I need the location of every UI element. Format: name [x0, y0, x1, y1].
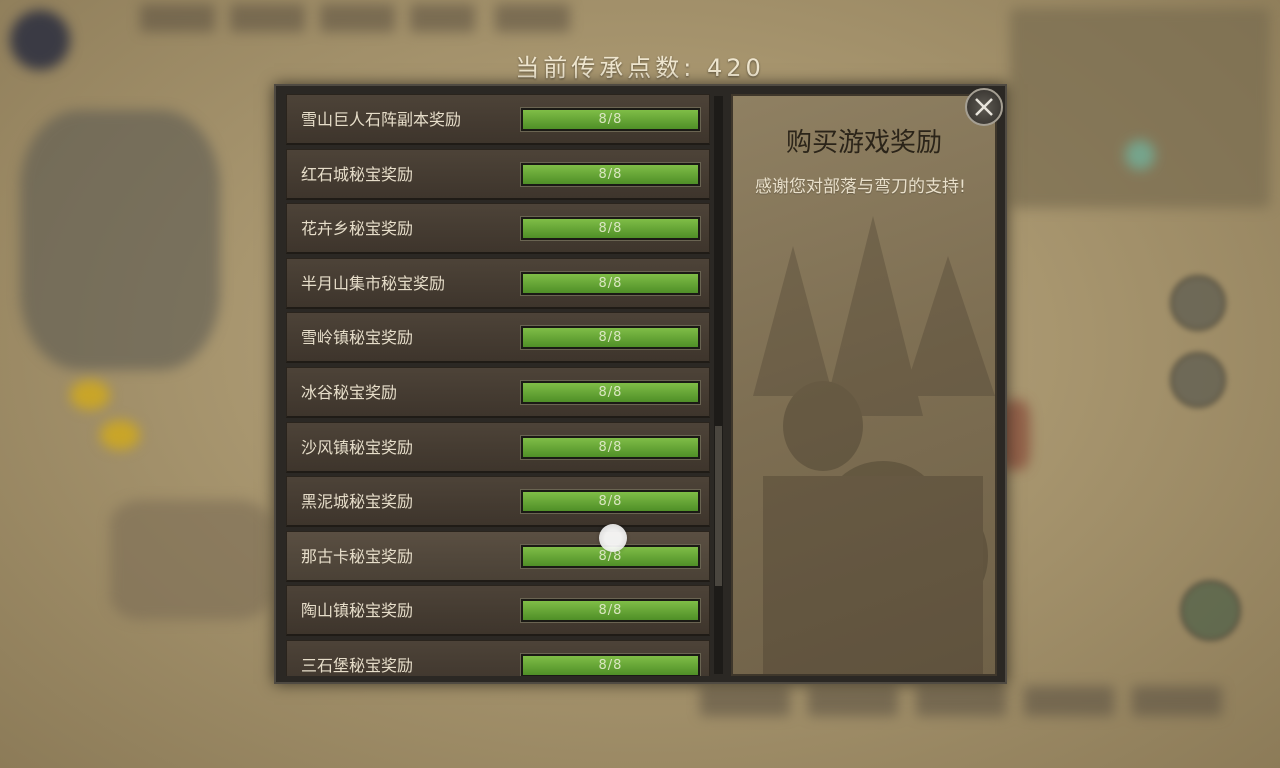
reward-progress-bar: 8/8 — [520, 325, 701, 351]
side-action-button — [1170, 352, 1226, 408]
reward-label: 红石城秘宝奖励 — [301, 164, 414, 184]
bottom-button — [1024, 686, 1114, 716]
list-scrollbar[interactable] — [714, 96, 723, 674]
detail-description: 感谢您对部落与弯刀的支持! — [755, 177, 966, 197]
minimap-marker — [1125, 140, 1155, 170]
reward-row[interactable]: 红石城秘宝奖励 8/8 — [286, 148, 710, 200]
bottom-button — [1132, 686, 1222, 716]
progress-text: 8/8 — [598, 494, 623, 510]
topbar-button — [140, 4, 215, 32]
progress-text: 8/8 — [598, 330, 623, 346]
legacy-points-label: 当前传承点数: 420 — [515, 54, 765, 82]
topbar-button — [320, 4, 395, 32]
gold-marker — [70, 380, 110, 410]
progress-text: 8/8 — [598, 385, 623, 400]
reward-label: 冰谷秘宝奖励 — [301, 383, 398, 402]
reward-label: 沙风镇秘宝奖励 — [301, 437, 414, 457]
reward-label: 三石堡秘宝奖励 — [301, 656, 414, 675]
reward-label: 雪山巨人石阵副本奖励 — [301, 110, 462, 129]
gold-marker — [100, 420, 140, 450]
reward-label: 雪岭镇秘宝奖励 — [301, 328, 414, 348]
reward-row[interactable]: 三石堡秘宝奖励 8/8 — [286, 640, 710, 676]
reward-row[interactable]: 那古卡秘宝奖励 8/8 — [286, 530, 710, 582]
topbar-button — [230, 4, 305, 32]
reward-progress-bar: 8/8 — [520, 161, 701, 187]
reward-row[interactable]: 花卉乡秘宝奖励 8/8 — [286, 203, 710, 255]
reward-row[interactable]: 半月山集市秘宝奖励 8/8 — [286, 257, 710, 309]
reward-progress-bar: 8/8 — [520, 380, 701, 405]
topbar-button — [495, 4, 570, 32]
town-building — [20, 110, 220, 370]
topbar-button — [410, 4, 475, 32]
progress-text: 8/8 — [598, 112, 623, 127]
reward-progress-bar: 8/8 — [520, 653, 701, 676]
bottom-button — [700, 686, 790, 716]
progress-text: 8/8 — [598, 603, 623, 619]
reward-row[interactable]: 冰谷秘宝奖励 8/8 — [286, 367, 710, 418]
reward-detail-panel: 购买游戏奖励 感谢您对部落与弯刀的支持! — [731, 94, 997, 676]
reward-list[interactable]: 雪山巨人石阵副本奖励 8/8 红石城秘宝奖励 8/8 花卉乡秘宝奖励 8/8 半月山集市秘宝… — [286, 94, 710, 676]
reward-progress-bar: 8/8 — [520, 270, 701, 296]
reward-progress-bar: 8/8 — [520, 489, 701, 515]
reward-row[interactable]: 陶山镇秘宝奖励 8/8 — [286, 585, 710, 637]
progress-text: 8/8 — [598, 658, 623, 673]
bottom-button — [808, 686, 898, 716]
progress-text: 8/8 — [598, 221, 623, 237]
progress-text: 8/8 — [598, 439, 623, 455]
reward-row[interactable]: 沙风镇秘宝奖励 8/8 — [286, 421, 710, 473]
reward-label: 黑泥城秘宝奖励 — [301, 492, 414, 512]
close-button[interactable] — [965, 88, 1003, 126]
close-icon — [975, 98, 993, 116]
detail-title: 购买游戏奖励 — [785, 128, 942, 158]
reward-label: 半月山集市秘宝奖励 — [301, 273, 446, 293]
side-action-button — [1170, 275, 1226, 331]
scroll-thumb[interactable] — [715, 426, 722, 586]
reward-label: 陶山镇秘宝奖励 — [301, 601, 414, 621]
reward-progress-bar: 8/8 — [520, 216, 701, 242]
reward-row[interactable]: 雪山巨人石阵副本奖励 8/8 — [286, 94, 710, 145]
reward-label: 那古卡秘宝奖励 — [301, 546, 414, 566]
bottom-button — [916, 686, 1006, 716]
reward-row[interactable]: 黑泥城秘宝奖励 8/8 — [286, 476, 710, 528]
side-action-button — [1180, 580, 1241, 641]
progress-text: 8/8 — [598, 166, 623, 182]
touch-indicator-icon — [599, 524, 627, 552]
reward-label: 花卉乡秘宝奖励 — [301, 219, 414, 239]
reward-progress-bar: 8/8 — [520, 434, 701, 460]
reward-progress-bar: 8/8 — [520, 598, 701, 624]
minimap — [1010, 8, 1270, 208]
terrain — [110, 500, 270, 620]
reward-progress-bar: 8/8 — [520, 107, 701, 132]
rewards-dialog: 雪山巨人石阵副本奖励 8/8 红石城秘宝奖励 8/8 花卉乡秘宝奖励 8/8 半月山集市秘宝… — [274, 84, 1007, 684]
reward-row[interactable]: 雪岭镇秘宝奖励 8/8 — [286, 312, 710, 364]
progress-text: 8/8 — [598, 275, 623, 291]
